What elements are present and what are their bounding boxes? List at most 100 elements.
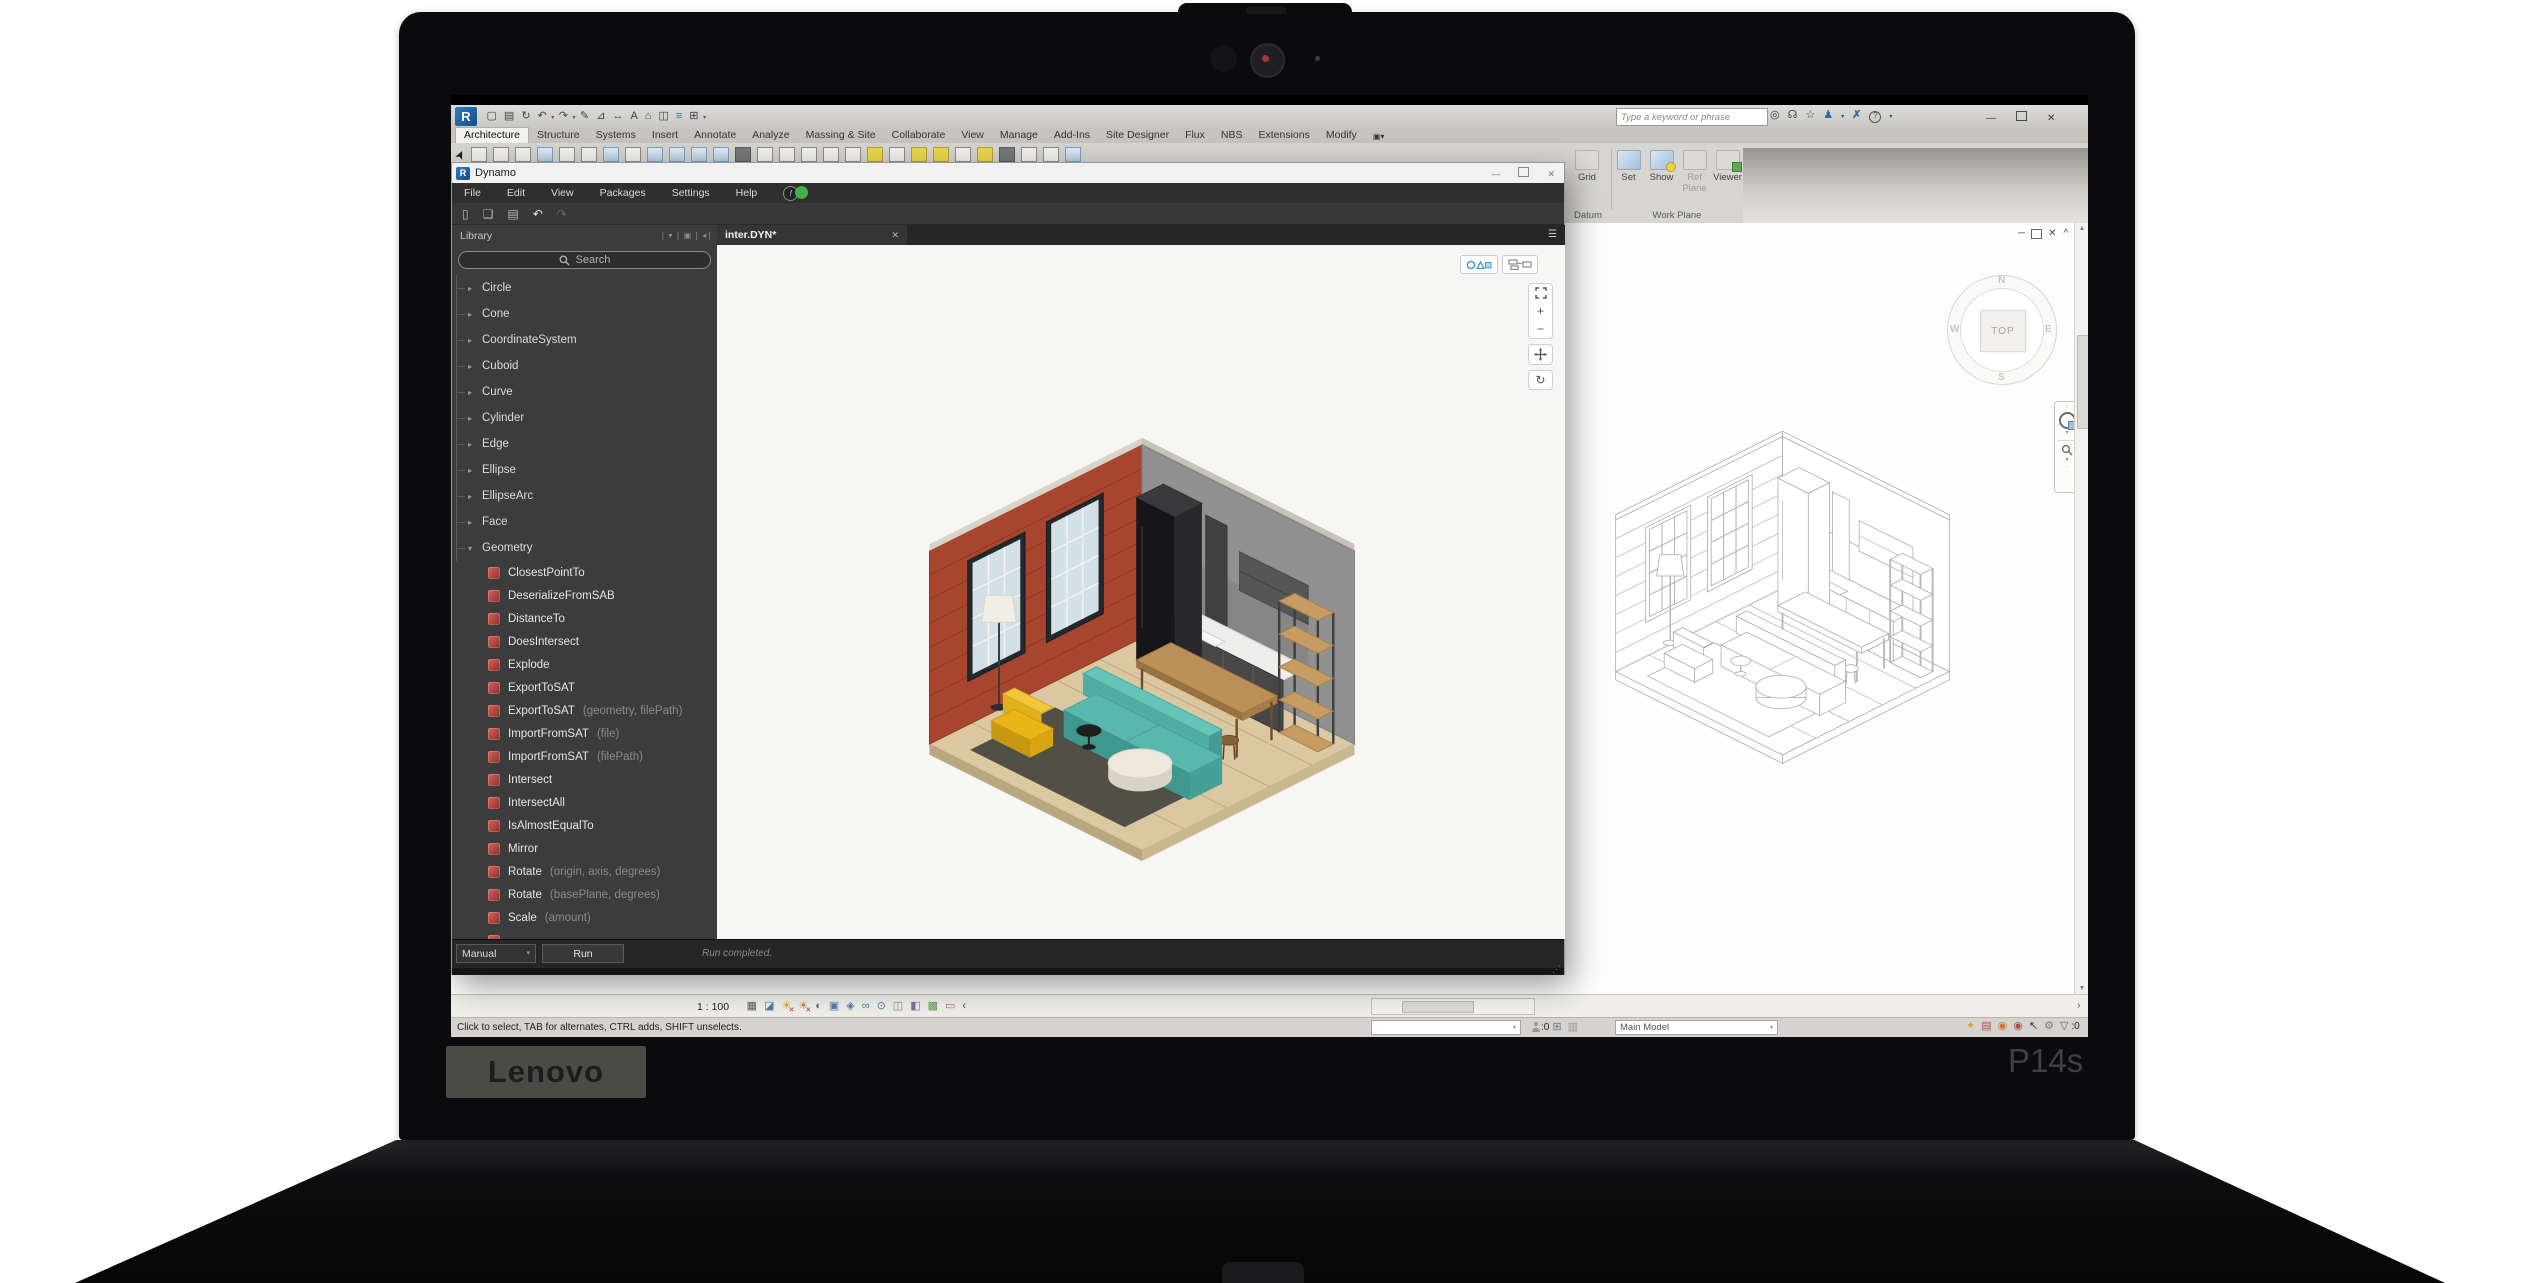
tab-systems[interactable]: Systems (588, 128, 644, 143)
design-option-dropdown[interactable]: ▾ (1371, 1020, 1521, 1035)
hscroll-thumb[interactable] (1402, 1001, 1474, 1013)
library-node[interactable]: ExportToSAT (452, 676, 717, 699)
set-work-plane-button[interactable]: Set (1613, 148, 1645, 210)
library-category-face[interactable]: ▸Face (452, 509, 717, 535)
library-node[interactable]: DoesIntersect (452, 630, 717, 653)
open-file-icon[interactable]: ❏ (483, 208, 494, 220)
dynamo-title-bar[interactable]: R Dynamo —✕ (452, 163, 1564, 183)
zoom-icon[interactable] (2061, 444, 2073, 456)
library-category-curve[interactable]: ▸Curve (452, 379, 717, 405)
dynamo-window-controls[interactable]: —✕ (1482, 167, 1564, 180)
tab-structure[interactable]: Structure (529, 128, 588, 143)
tab-view[interactable]: View (953, 128, 992, 143)
tab-annotate[interactable]: Annotate (686, 128, 744, 143)
scroll-down-icon[interactable]: ▼ (2075, 985, 2088, 992)
library-node[interactable]: Rotate(basePlane, degrees) (452, 883, 717, 906)
scrollbar-thumb[interactable] (2077, 335, 2089, 429)
quick-access-toolbar[interactable]: ▢▤↻↶▾↷▾✎⊿↔A⌂◫≡⊞▾ (483, 111, 707, 122)
show-work-plane-button[interactable]: Show (1646, 148, 1678, 210)
pan-icon[interactable] (1534, 348, 1547, 361)
library-node[interactable]: DeserializeFromSAB (452, 584, 717, 607)
library-node[interactable]: Mirror (452, 837, 717, 860)
view-control-icons[interactable]: ▦ ◪ ☀✕ ☀✕ ◐ ▣ ◈ ∞ ⊙ ◫ ◧ ▩ ▭ ‹ (743, 1001, 969, 1012)
tab-modify[interactable]: Modify (1318, 128, 1365, 143)
tab-analyze[interactable]: Analyze (744, 128, 797, 143)
workspace-tab[interactable]: inter.DYN* ✕ (717, 225, 907, 245)
menu-help[interactable]: Help (736, 187, 758, 199)
new-file-icon[interactable]: ▯ (462, 208, 469, 220)
tab-architecture[interactable]: Architecture (455, 127, 529, 143)
window-resize-grip[interactable]: ⋰ (452, 968, 1564, 975)
library-category-edge[interactable]: ▸Edge (452, 431, 717, 457)
tab-manage[interactable]: Manage (992, 128, 1046, 143)
main-model-dropdown[interactable]: Main Model▾ (1615, 1020, 1778, 1035)
infocenter-search-input[interactable] (1616, 108, 1768, 126)
library-search-box[interactable]: Search (458, 251, 711, 269)
library-node[interactable]: ImportFromSAT(file) (452, 722, 717, 745)
library-category-cylinder[interactable]: ▸Cylinder (452, 405, 717, 431)
ribbon-tool-icons[interactable]: ➤ (455, 147, 1081, 162)
viewcube[interactable]: N E S W TOP (1947, 275, 2057, 385)
library-node[interactable]: ImportFromSAT(filePath) (452, 745, 717, 768)
revit-app-icon[interactable]: R (455, 107, 477, 126)
compass-north[interactable]: N (1998, 275, 2005, 286)
scroll-up-icon[interactable]: ▲ (2075, 225, 2088, 232)
chevron-down-icon[interactable]: ▾ (2065, 457, 2068, 463)
library-category-coordinatesystem[interactable]: ▸CoordinateSystem (452, 327, 717, 353)
vertical-scrollbar[interactable]: ▲ ▼ (2074, 223, 2088, 994)
steering-wheel-icon[interactable] (2059, 412, 2076, 429)
library-node[interactable]: ClosestPointTo (452, 561, 717, 584)
library-node-clipped[interactable] (452, 929, 717, 939)
compass-west[interactable]: W (1950, 324, 1959, 335)
library-node[interactable]: Rotate(origin, axis, degrees) (452, 860, 717, 883)
library-category-ellipse[interactable]: ▸Ellipse (452, 457, 717, 483)
horizontal-scrollbar[interactable] (1371, 998, 1535, 1015)
tab-menu-icon[interactable]: ☰ (1548, 230, 1557, 240)
viewcube-top-face[interactable]: TOP (1980, 310, 2026, 352)
compass-east[interactable]: E (2045, 324, 2052, 335)
tab-extensions[interactable]: Extensions (1251, 128, 1318, 143)
library-node[interactable]: Explode (452, 653, 717, 676)
tab-flux[interactable]: Flux (1177, 128, 1213, 143)
library-node[interactable]: IsAlmostEqualTo (452, 814, 717, 837)
window-controls[interactable]: —✕ (1976, 111, 2065, 124)
menu-settings[interactable]: Settings (672, 187, 710, 199)
library-node[interactable]: ExportToSAT(geometry, filePath) (452, 699, 717, 722)
geometry-view-button[interactable] (1460, 255, 1498, 274)
zoom-out-icon[interactable]: − (1537, 323, 1544, 335)
zoom-in-icon[interactable]: + (1537, 305, 1544, 317)
library-node[interactable]: DistanceTo (452, 607, 717, 630)
orbit-icon[interactable]: ↻ (1535, 374, 1545, 386)
library-category-cuboid[interactable]: ▸Cuboid (452, 353, 717, 379)
compass-south[interactable]: S (1998, 372, 2005, 383)
library-category-circle[interactable]: ▸Circle (452, 275, 717, 301)
redo-icon[interactable]: ↷ (557, 208, 567, 220)
library-category-geometry[interactable]: ▾Geometry (452, 535, 717, 561)
chevron-down-icon[interactable]: ▾ (2065, 430, 2068, 436)
undo-icon[interactable]: ↶ (533, 208, 543, 220)
menu-view[interactable]: View (551, 187, 574, 199)
menu-packages[interactable]: Packages (600, 187, 646, 199)
save-icon[interactable]: ▤ (507, 208, 518, 220)
scale-selector[interactable]: 1 : 100 (697, 1001, 729, 1013)
library-filter-icon[interactable]: ❘ ▾ ❘ ▣ ❘ ◂❘ (659, 232, 713, 240)
notification-icons[interactable]: ! (783, 186, 808, 201)
view-window-controls[interactable]: ─✕^ (2018, 229, 2068, 239)
menu-file[interactable]: File (464, 187, 481, 199)
ribbon-options-icon[interactable]: ▣▾ (1365, 131, 1393, 143)
dynamo-canvas[interactable]: + − ↻ (717, 245, 1565, 939)
tab-add-ins[interactable]: Add-Ins (1046, 128, 1098, 143)
tab-site-designer[interactable]: Site Designer (1098, 128, 1177, 143)
graph-view-button[interactable] (1502, 255, 1538, 274)
library-node[interactable]: Intersect (452, 768, 717, 791)
run-button[interactable]: Run (542, 944, 624, 963)
library-node[interactable]: IntersectAll (452, 791, 717, 814)
grid-button[interactable]: Grid (1571, 150, 1603, 183)
menu-edit[interactable]: Edit (507, 187, 525, 199)
library-category-cone[interactable]: ▸Cone (452, 301, 717, 327)
tab-close-icon[interactable]: ✕ (891, 230, 899, 241)
scroll-right-icon[interactable]: › (2077, 1000, 2081, 1011)
tab-nbs[interactable]: NBS (1213, 128, 1251, 143)
fit-view-icon[interactable] (1535, 287, 1547, 299)
tab-collaborate[interactable]: Collaborate (884, 128, 954, 143)
